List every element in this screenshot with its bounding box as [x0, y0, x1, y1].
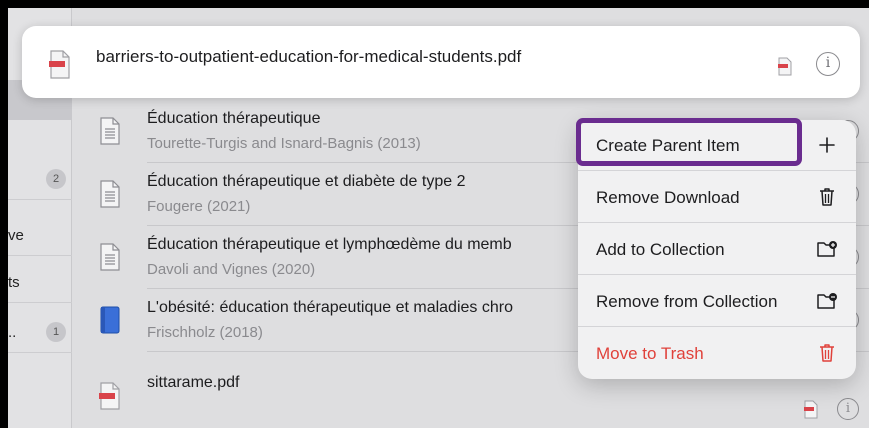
move-to-trash-button[interactable]: Move to Trash [578, 328, 856, 379]
info-icon[interactable]: i [837, 398, 859, 420]
menu-item-label: Move to Trash [596, 344, 704, 363]
item-title: sittarame.pdf [147, 374, 240, 391]
document-icon [100, 180, 120, 208]
document-icon [100, 117, 120, 145]
trash-icon [820, 344, 834, 362]
pdf-attachment-icon[interactable] [777, 57, 793, 76]
folder-add-icon [817, 241, 837, 257]
menu-item-label: Remove from Collection [596, 292, 778, 311]
add-to-collection-button[interactable]: Add to Collection [578, 224, 856, 275]
sidebar-count-badge: 1 [46, 322, 66, 342]
sidebar-item[interactable]: ts [8, 262, 72, 303]
sidebar-item-label: ve [8, 227, 24, 244]
item-title: Éducation thérapeutique et diabète de ty… [147, 173, 466, 190]
item-title: Éducation thérapeutique [147, 110, 321, 127]
remove-from-collection-button[interactable]: Remove from Collection [578, 276, 856, 327]
list-item[interactable]: sittarame.pdf i [72, 372, 869, 428]
item-subtitle: Tourette-Turgis and Isnard-Bagnis (2013) [147, 135, 421, 152]
pdf-attachment-icon[interactable] [803, 400, 819, 419]
sidebar-item-label: ts [8, 274, 20, 291]
sidebar-item[interactable]: .. 1 [8, 312, 72, 353]
item-subtitle: Davoli and Vignes (2020) [147, 261, 316, 278]
item-title: Éducation thérapeutique et lymphœdème du… [147, 236, 512, 253]
book-icon [100, 306, 120, 334]
highlight-annotation [576, 118, 802, 166]
app-window: 2 ve ts .. 1 Éducation thérapeutique Tou… [8, 8, 869, 428]
sidebar-item[interactable]: ve [8, 215, 72, 256]
remove-download-button[interactable]: Remove Download [578, 172, 856, 223]
item-subtitle: Fougere (2021) [147, 198, 251, 215]
pdf-icon [49, 50, 70, 79]
menu-item-label: Add to Collection [596, 240, 725, 259]
document-icon [100, 243, 120, 271]
attachment-filename: barriers-to-outpatient-education-for-med… [96, 47, 522, 66]
sidebar-item-label: .. [8, 324, 17, 341]
pdf-icon [99, 382, 120, 410]
plus-icon [819, 137, 835, 153]
item-subtitle: Frischholz (2018) [147, 324, 263, 341]
trash-icon [820, 188, 834, 206]
attachment-sheet[interactable]: barriers-to-outpatient-education-for-med… [22, 26, 860, 98]
sidebar-count-badge: 2 [46, 169, 66, 189]
info-icon[interactable]: i [816, 52, 840, 76]
item-title: L'obésité: éducation thérapeutique et ma… [147, 299, 513, 316]
sidebar-item[interactable]: 2 [8, 159, 72, 200]
folder-remove-icon [817, 293, 837, 309]
menu-item-label: Remove Download [596, 188, 740, 207]
